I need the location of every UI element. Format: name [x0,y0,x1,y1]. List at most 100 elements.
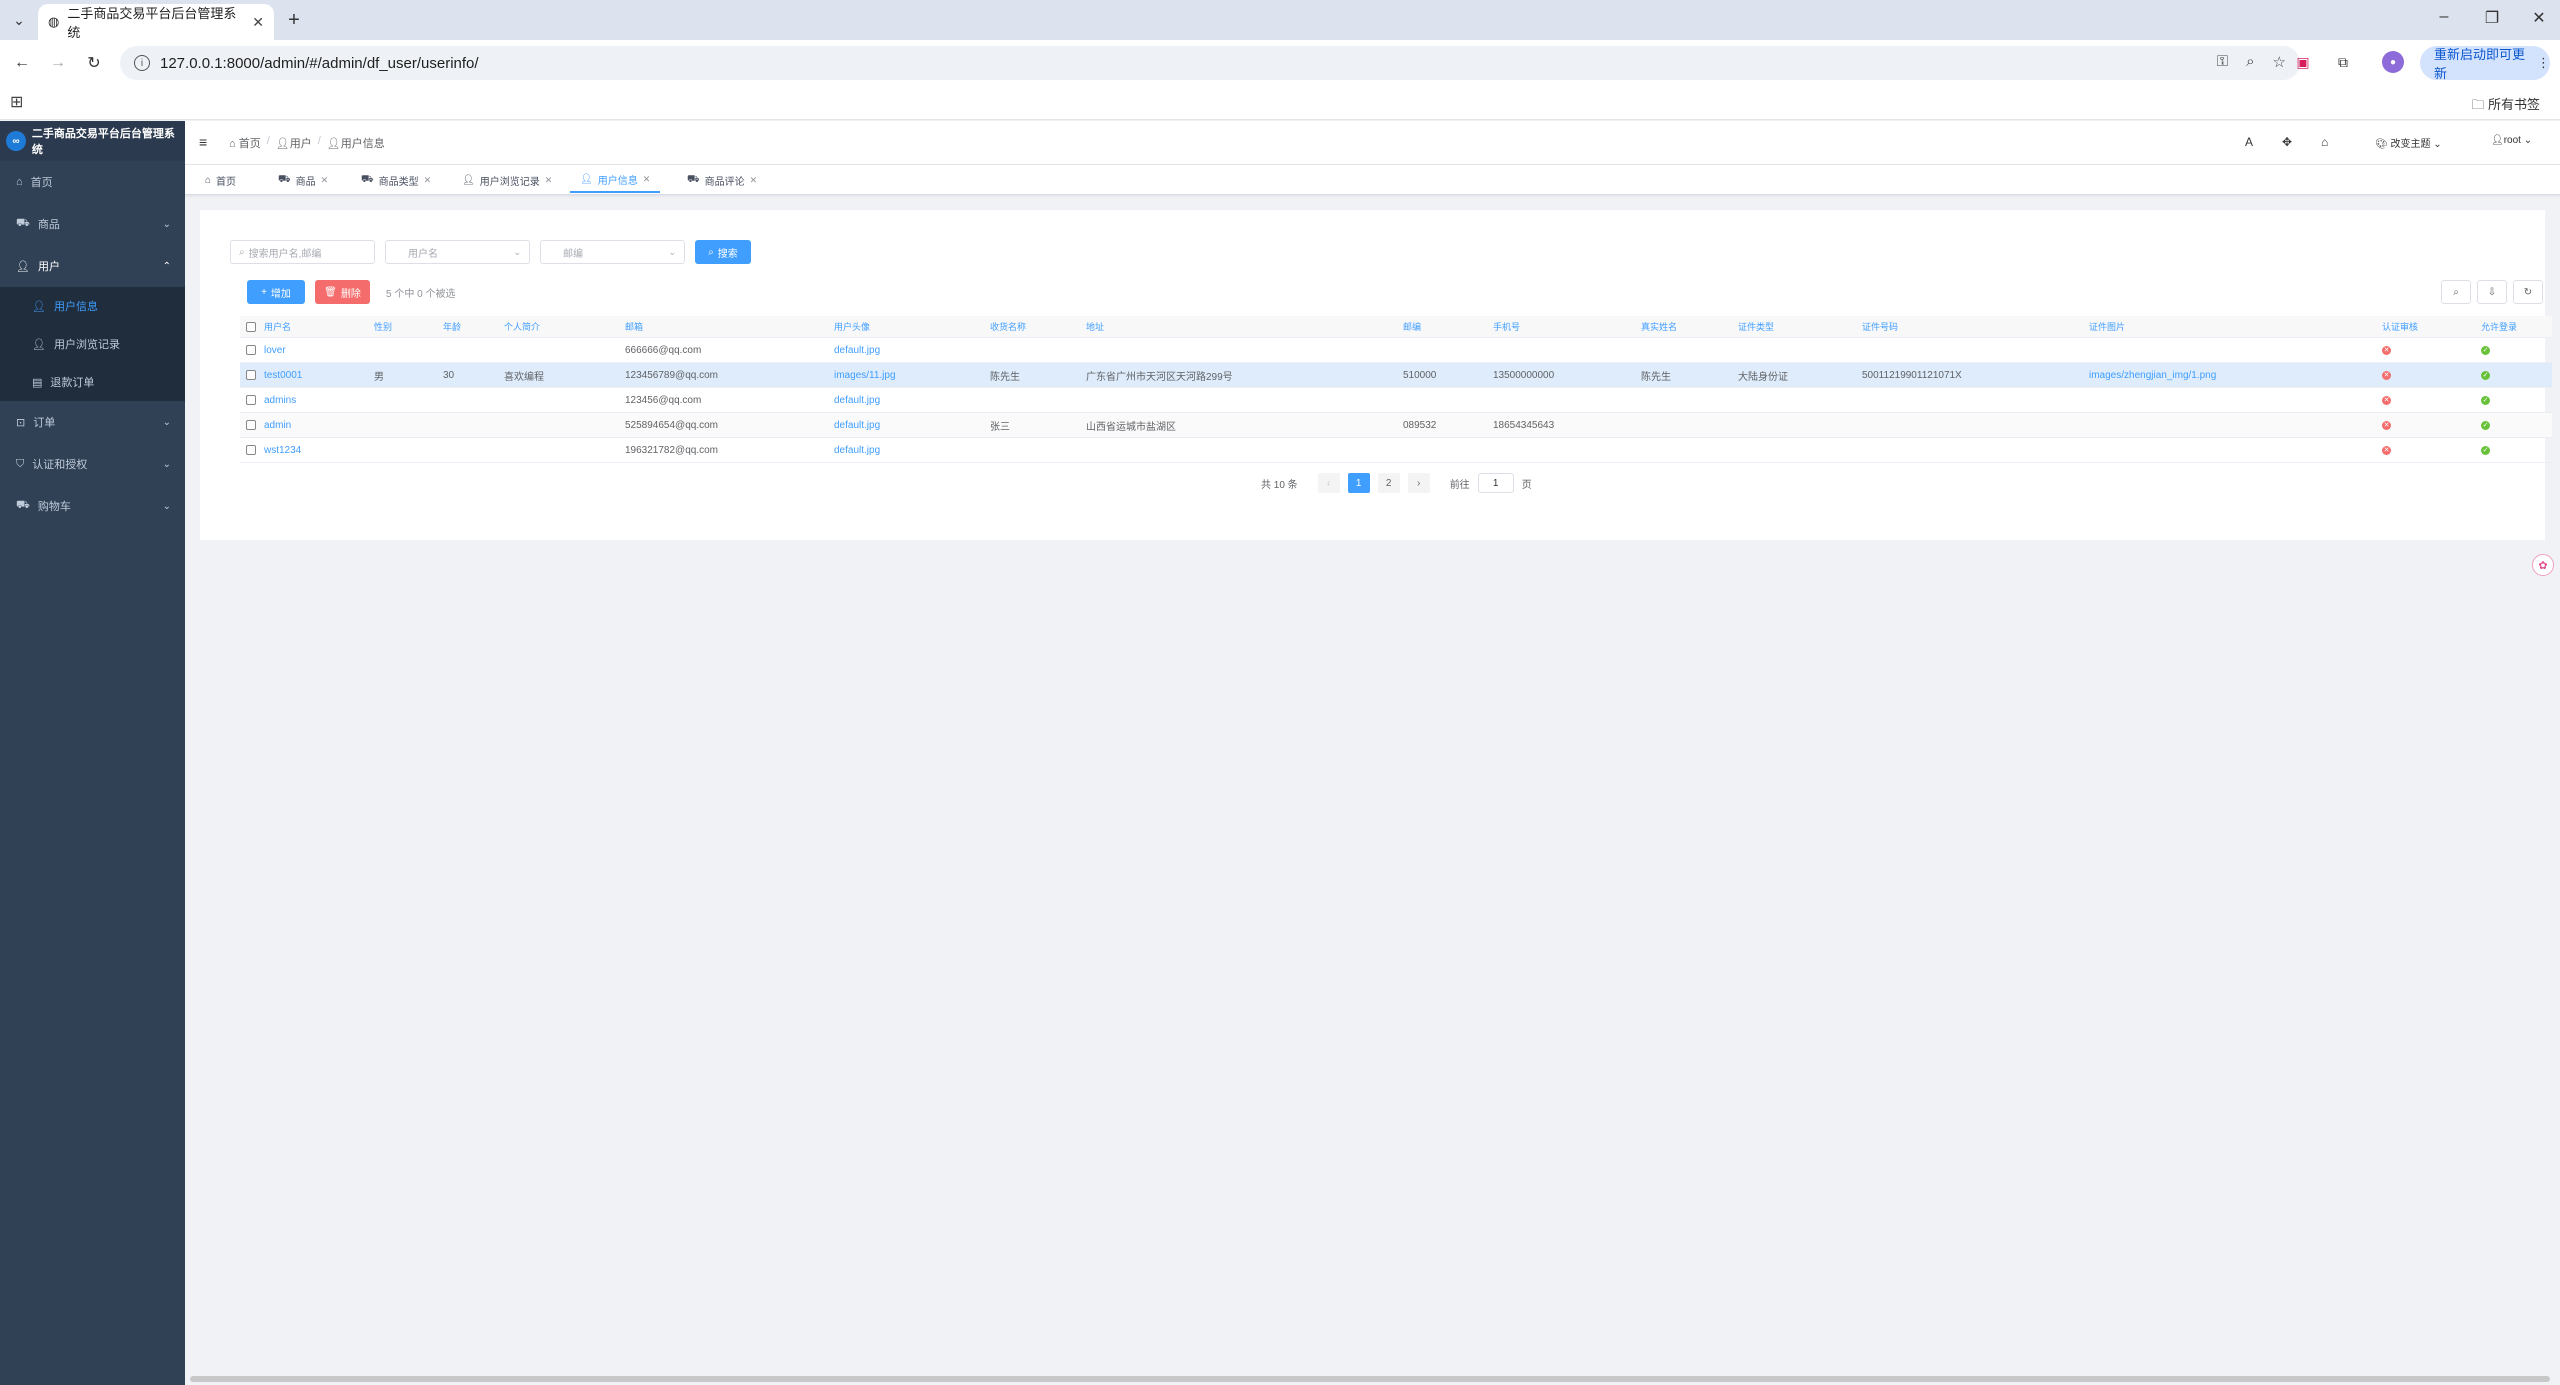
cell-username[interactable]: admins [264,388,296,412]
sidebar-item-refund[interactable]: ▤ 退款订单 [0,363,185,401]
floating-translate-icon[interactable]: ✿ [2532,554,2554,576]
apps-grid-icon[interactable]: ⊞ [10,92,23,112]
row-checkbox[interactable] [246,388,256,412]
site-info-icon[interactable]: i [134,55,150,71]
username-filter[interactable]: 用户名 ⌄ [385,240,530,264]
cell-avatar[interactable]: default.jpg [834,338,880,362]
fullscreen-icon[interactable]: ✥ [2282,135,2292,149]
row-checkbox[interactable] [246,413,256,437]
sidebar-item-userinfo[interactable]: 👤︎ 用户信息 [0,287,185,325]
tag-userinfo[interactable]: 👤︎ 用户信息 ✕ [570,167,661,193]
column-header[interactable]: 用户头像 [834,316,870,337]
sidebar-item-home[interactable]: ⌂ 首页 [0,161,185,203]
close-tag-icon[interactable]: ✕ [321,175,329,186]
column-header[interactable]: 个人简介 [504,316,540,337]
table-row[interactable]: wst1234 196321782@qq.com default.jpg ✕ ✓ [240,438,2552,463]
minimize-icon[interactable]: – [2432,8,2456,26]
table-row[interactable]: admin 525894654@qq.com default.jpg 张三 山西省运城市… [240,413,2552,438]
cell-username[interactable]: admin [264,413,291,437]
extensions-puzzle-icon[interactable]: ⧉ [2332,51,2354,73]
column-header[interactable]: 邮箱 [625,316,643,337]
new-tab-icon[interactable]: + [282,8,306,32]
close-tag-icon[interactable]: ✕ [545,175,553,186]
tag-home[interactable]: ⌂ 首页 [195,167,246,193]
cell-username[interactable]: wst1234 [264,438,301,462]
user-menu[interactable]: 👤︎root ⌄ [2491,135,2532,146]
sidebar-item-order[interactable]: ⊡ 订单 ⌄ [0,401,185,443]
back-icon[interactable]: ← [10,51,34,75]
row-checkbox[interactable] [246,438,256,462]
close-tag-icon[interactable]: ✕ [643,174,651,185]
close-tag-icon[interactable]: ✕ [750,175,758,186]
column-header[interactable]: 允许登录 [2481,316,2517,337]
close-tag-icon[interactable]: ✕ [424,175,432,186]
hamburger-icon[interactable]: ≡ [199,134,207,150]
sidebar-item-user-browse[interactable]: 👤︎ 用户浏览记录 [0,325,185,363]
search-toggle-icon[interactable]: ⌕ [2441,280,2471,304]
cell-username[interactable]: test0001 [264,363,302,387]
column-header[interactable]: 年龄 [443,316,461,337]
reload-icon[interactable]: ↻ [82,51,106,75]
all-bookmarks[interactable]: 🗀 所有书签 [2471,94,2540,118]
export-icon[interactable]: ⇩ [2477,280,2507,304]
sidebar-item-cart[interactable]: ⛟ 购物车 ⌄ [0,485,185,527]
refresh-icon[interactable]: ↻ [2513,280,2543,304]
search-input[interactable]: ⌕ 搜索用户名,邮编 [230,240,375,264]
prev-page-icon[interactable]: ‹ [1317,473,1340,493]
home-icon[interactable]: ⌂ [2321,135,2328,149]
forward-icon[interactable]: → [46,51,70,75]
password-key-icon[interactable]: ⚿ [2217,53,2228,71]
column-header[interactable]: 用户名 [264,316,291,337]
profile-avatar[interactable]: ● [2382,51,2404,73]
column-header[interactable]: 认证审核 [2382,316,2418,337]
column-header[interactable]: 邮编 [1403,316,1421,337]
restore-icon[interactable]: ❐ [2480,8,2504,28]
font-size-icon[interactable]: A [2245,135,2253,149]
cell-avatar[interactable]: default.jpg [834,388,880,412]
horizontal-scrollbar[interactable] [190,1376,2550,1382]
cell-avatar[interactable]: default.jpg [834,438,880,462]
tag-goods-type[interactable]: ⛟ 商品类型 ✕ [351,167,441,193]
tag-user-browse[interactable]: 👤︎ 用户浏览记录 ✕ [452,167,562,193]
browser-tab[interactable]: ◍ 二手商品交易平台后台管理系统 ✕ [38,4,274,40]
table-row[interactable]: admins 123456@qq.com default.jpg ✕ ✓ [240,388,2552,413]
column-header[interactable]: 性别 [374,316,392,337]
tag-goods-comment[interactable]: ⛟ 商品评论 ✕ [677,167,767,193]
goto-page-input[interactable]: 1 [1477,473,1514,493]
sidebar-item-auth[interactable]: ⛉ 认证和授权 ⌄ [0,443,185,485]
sidebar-item-goods[interactable]: ⛟ 商品 ⌄ [0,203,185,245]
sidebar-item-user[interactable]: 👤︎ 用户 ⌃ [0,245,185,287]
delete-button[interactable]: 🗑︎ 删除 [315,280,370,304]
page-1[interactable]: 1 [1347,473,1370,493]
table-row[interactable]: lover 666666@qq.com default.jpg ✕ ✓ [240,338,2552,363]
url-input[interactable]: i 127.0.0.1:8000/admin/#/admin/df_user/u… [120,46,2300,80]
breadcrumb-user[interactable]: 👤︎用户 [276,135,312,151]
tab-search-icon[interactable]: ⌄ [8,9,30,31]
cell-idimg[interactable]: images/zhengjian_img/1.png [2089,363,2216,387]
column-header[interactable]: 收货名称 [990,316,1026,337]
zoom-icon[interactable]: ⌕ [2246,53,2254,71]
column-header[interactable]: 证件类型 [1738,316,1774,337]
close-tab-icon[interactable]: ✕ [252,14,264,31]
extension-icon[interactable]: ▣ [2292,51,2314,73]
column-header[interactable]: 地址 [1086,316,1104,337]
column-header[interactable]: 真实姓名 [1641,316,1677,337]
row-checkbox[interactable] [246,363,256,387]
search-button[interactable]: ⌕ 搜索 [695,240,751,264]
close-window-icon[interactable]: ✕ [2527,8,2551,28]
postcode-filter[interactable]: 邮编 ⌄ [540,240,685,264]
theme-menu[interactable]: 🎨︎ 改变主题 ⌄ [2375,135,2442,150]
next-page-icon[interactable]: › [1407,473,1430,493]
column-header[interactable]: 手机号 [1493,316,1520,337]
add-button[interactable]: + 增加 [247,280,305,304]
column-header[interactable]: 证件图片 [2089,316,2125,337]
row-checkbox[interactable] [246,338,256,362]
cell-avatar[interactable]: default.jpg [834,413,880,437]
breadcrumb-home[interactable]: ⌂ 首页 [229,135,261,151]
page-2[interactable]: 2 [1377,473,1400,493]
select-all-checkbox[interactable] [246,316,256,337]
table-row[interactable]: test0001 男 30 喜欢编程 123456789@qq.com images/11… [240,363,2552,388]
update-button[interactable]: 重新启动即可更新 ⋮ [2420,46,2550,81]
cell-avatar[interactable]: images/11.jpg [834,363,896,387]
bookmark-star-icon[interactable]: ☆ [2273,53,2286,71]
